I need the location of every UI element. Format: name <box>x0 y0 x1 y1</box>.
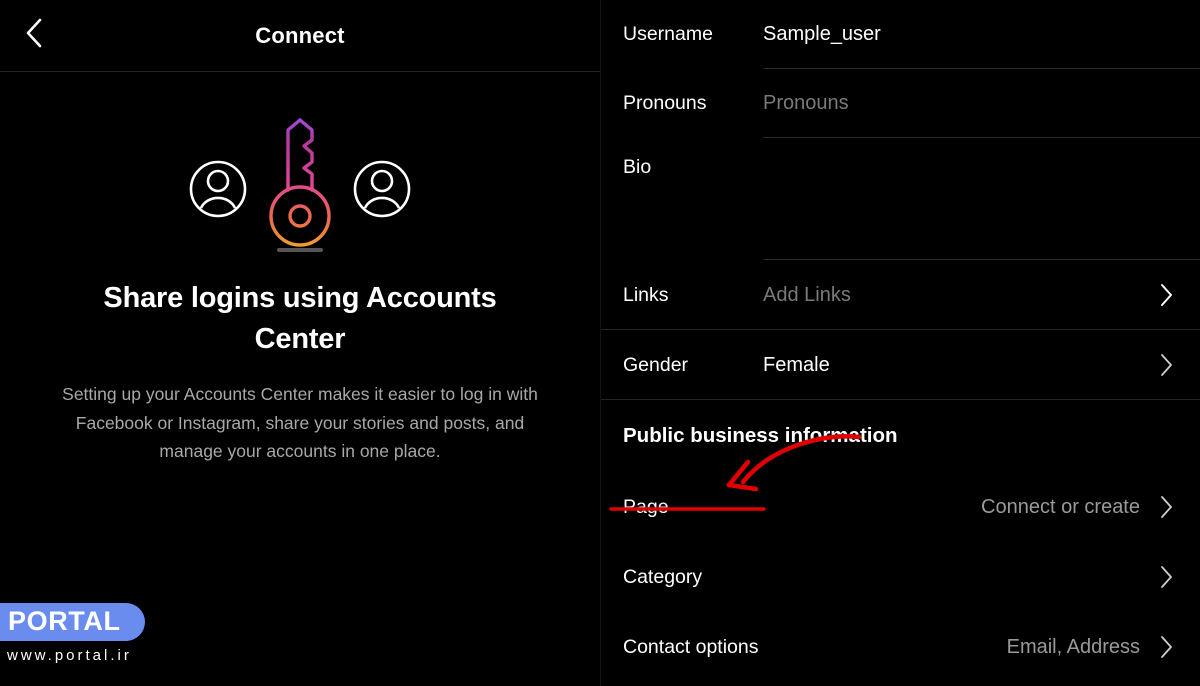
screen-root: Connect Share logins using Accounts Cent… <box>0 0 1200 686</box>
watermark-brand: PORTAL <box>8 605 121 636</box>
watermark: PORTAL www.portal.ir <box>0 602 145 664</box>
back-button[interactable] <box>12 14 56 58</box>
chevron-right-icon[interactable] <box>1154 494 1178 520</box>
key-base-shadow <box>277 248 323 252</box>
page-value[interactable]: Connect or create <box>763 496 1154 519</box>
field-row-page[interactable]: Page Connect or create <box>601 472 1200 542</box>
section-header-public-business-information: Public business information <box>623 424 898 447</box>
field-label-links: Links <box>623 283 669 306</box>
field-label-page: Page <box>623 495 669 518</box>
field-row-contact-options[interactable]: Contact options Email, Address <box>601 612 1200 682</box>
field-row-username[interactable]: Username Sample_user <box>601 0 1200 69</box>
field-label-contact-options: Contact options <box>623 635 759 658</box>
field-label-bio: Bio <box>623 156 652 178</box>
field-row-gender[interactable]: Gender Female <box>601 330 1200 400</box>
links-value[interactable]: Add Links <box>763 284 1154 307</box>
chevron-right-icon[interactable] <box>1154 634 1178 660</box>
headline: Share logins using Accounts Center <box>103 282 497 356</box>
chevron-right-icon[interactable] <box>1154 564 1178 590</box>
field-row-category[interactable]: Category <box>601 542 1200 612</box>
subtext: Setting up your Accounts Center makes it… <box>62 384 538 462</box>
chevron-left-icon <box>24 17 44 54</box>
person-circle-icon <box>353 160 411 218</box>
watermark-pill: PORTAL <box>0 602 145 641</box>
connect-body: Share logins using Accounts Center Setti… <box>0 72 600 465</box>
username-input[interactable]: Sample_user <box>763 23 1178 46</box>
pronouns-input[interactable]: Pronouns <box>763 92 1178 115</box>
edit-profile-panel: Username Sample_user Pronouns Pronouns B… <box>600 0 1200 686</box>
row-divider <box>601 399 1200 400</box>
connect-panel: Connect Share logins using Accounts Cent… <box>0 0 600 686</box>
field-row-pronouns[interactable]: Pronouns Pronouns <box>601 69 1200 138</box>
field-row-bio[interactable]: Bio <box>601 138 1200 260</box>
field-label-username: Username <box>623 23 713 45</box>
field-label-gender: Gender <box>623 353 689 376</box>
chevron-right-icon[interactable] <box>1154 352 1178 378</box>
field-label-category: Category <box>623 565 703 588</box>
page-title: Connect <box>255 22 345 48</box>
field-row-links[interactable]: Links Add Links <box>601 260 1200 330</box>
nav-header: Connect <box>0 0 600 72</box>
person-circle-icon <box>189 160 247 218</box>
contact-options-value[interactable]: Email, Address <box>763 636 1154 659</box>
gender-value[interactable]: Female <box>763 354 1154 377</box>
chevron-right-icon[interactable] <box>1154 282 1178 308</box>
key-icon <box>269 118 331 247</box>
watermark-url: www.portal.ir <box>7 647 132 664</box>
accounts-center-illustration <box>170 106 430 256</box>
field-label-pronouns: Pronouns <box>623 92 707 114</box>
